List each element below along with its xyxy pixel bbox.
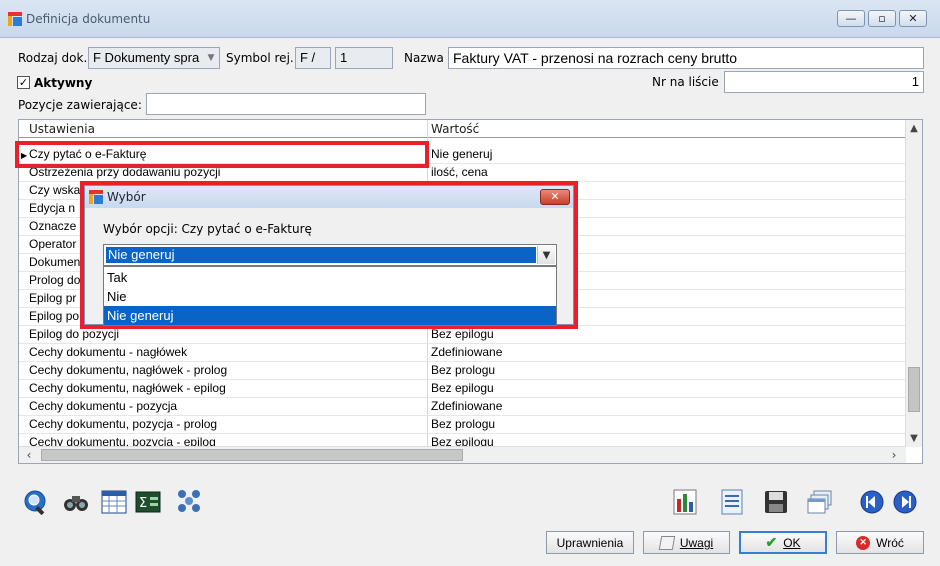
next-record-icon[interactable] [891, 488, 919, 516]
scroll-right-icon[interactable]: › [886, 447, 902, 463]
dialog-title-bar: Wybór ✕ [85, 186, 573, 208]
nr-label: Nr na liście [652, 75, 719, 89]
pozycje-label: Pozycje zawierające: [18, 98, 142, 112]
dialog-title: Wybór [107, 190, 146, 204]
table-row[interactable]: Cechy dokumentu - nagłówek Zdefiniowane [19, 344, 906, 362]
minimize-button[interactable]: — [837, 10, 865, 27]
previous-record-icon[interactable] [858, 488, 886, 516]
dialog-close-button[interactable]: ✕ [540, 189, 570, 205]
aktywny-checkbox[interactable]: ✓ [17, 76, 30, 89]
uprawnienia-button[interactable]: Uprawnienia [546, 531, 634, 554]
rodzaj-select[interactable]: F Dokumenty spra [88, 47, 220, 69]
pozycje-input[interactable] [146, 93, 426, 115]
combobox-selected-value: Nie generuj [106, 247, 536, 263]
table-filter-icon[interactable] [100, 488, 128, 516]
aktywny-label: Aktywny [34, 76, 93, 90]
choice-dialog: Wybór ✕ Wybór opcji: Czy pytać o e-Faktu… [84, 185, 574, 326]
vertical-scroll-thumb[interactable] [908, 367, 920, 412]
checkmark-icon: ✔ [765, 534, 778, 550]
note-icon [658, 535, 676, 550]
table-row[interactable]: Cechy dokumentu, nagłówek - epilog Bez ep… [19, 380, 906, 398]
window-title: Definicja dokumentu [26, 12, 151, 26]
rodzaj-label: Rodzaj dok. [18, 51, 88, 65]
sigma-icon[interactable]: Σ [134, 488, 162, 516]
binoculars-icon[interactable] [62, 488, 90, 516]
chart-icon[interactable] [671, 488, 699, 516]
symbol-field[interactable]: F / [295, 47, 331, 69]
symbol-number-field[interactable]: 1 [335, 47, 393, 69]
save-icon[interactable] [762, 488, 790, 516]
horizontal-scrollbar[interactable]: ‹ › [19, 446, 906, 463]
table-row[interactable]: Cechy dokumentu, nagłówek - prolog Bez pr… [19, 362, 906, 380]
copy-windows-icon[interactable] [806, 488, 834, 516]
uprawnienia-label: Uprawnienia [556, 535, 624, 550]
rodzaj-value: F Dokumenty spra [93, 50, 200, 65]
close-window-button[interactable]: ✕ [899, 10, 927, 27]
uwagi-label: Uwagi [679, 535, 714, 550]
dialog-option-label: Wybór opcji: Czy pytać o e-Fakturę [103, 222, 312, 236]
table-row[interactable]: Cechy dokumentu, pozycja - prolog Bez pro… [19, 416, 906, 434]
vertical-scrollbar[interactable]: ▲ ▼ [905, 120, 922, 447]
scroll-left-icon[interactable]: ‹ [21, 447, 37, 463]
document-list-icon[interactable] [718, 488, 746, 516]
option-combobox[interactable]: Nie generuj ▼ [103, 244, 557, 266]
column-header-ustawienia[interactable]: Ustawienia [29, 120, 95, 138]
svg-text:Σ: Σ [139, 496, 147, 511]
nazwa-field[interactable]: Faktury VAT - przenosi na rozrach ceny b… [448, 47, 924, 69]
horizontal-scroll-thumb[interactable] [41, 449, 463, 461]
scroll-up-icon[interactable]: ▲ [906, 120, 922, 137]
highlight-frame-row [15, 141, 429, 168]
dropdown-option-nie[interactable]: Nie [104, 287, 556, 306]
restore-button[interactable]: ▫ [868, 10, 896, 27]
wroc-label: Wróć [876, 535, 904, 550]
scroll-down-icon[interactable]: ▼ [906, 430, 922, 447]
search-icon[interactable] [22, 488, 50, 516]
dropdown-option-nie-generuj[interactable]: Nie generuj [104, 306, 556, 325]
app-logo-icon [8, 12, 22, 26]
nr-field[interactable]: 1 [724, 71, 924, 93]
cancel-icon: ✕ [856, 535, 871, 550]
option-dropdown-list: Tak Nie Nie generuj [103, 266, 557, 326]
column-header-wartosc[interactable]: Wartość [431, 120, 479, 138]
symbol-label: Symbol rej. [226, 51, 294, 65]
chevron-down-icon[interactable]: ▼ [537, 246, 555, 264]
dropdown-option-tak[interactable]: Tak [104, 268, 556, 287]
ok-button[interactable]: ✔ OK [739, 531, 827, 554]
ok-label: OK [783, 535, 801, 550]
app-logo-icon [89, 190, 103, 204]
network-icon[interactable] [176, 488, 204, 516]
chevron-down-icon[interactable]: ▼ [203, 49, 219, 67]
nazwa-label: Nazwa [404, 51, 444, 65]
wroc-button[interactable]: ✕ Wróć [836, 531, 924, 554]
uwagi-button[interactable]: Uwagi [643, 531, 730, 554]
table-row[interactable]: Cechy dokumentu - pozycja Zdefiniowane [19, 398, 906, 416]
